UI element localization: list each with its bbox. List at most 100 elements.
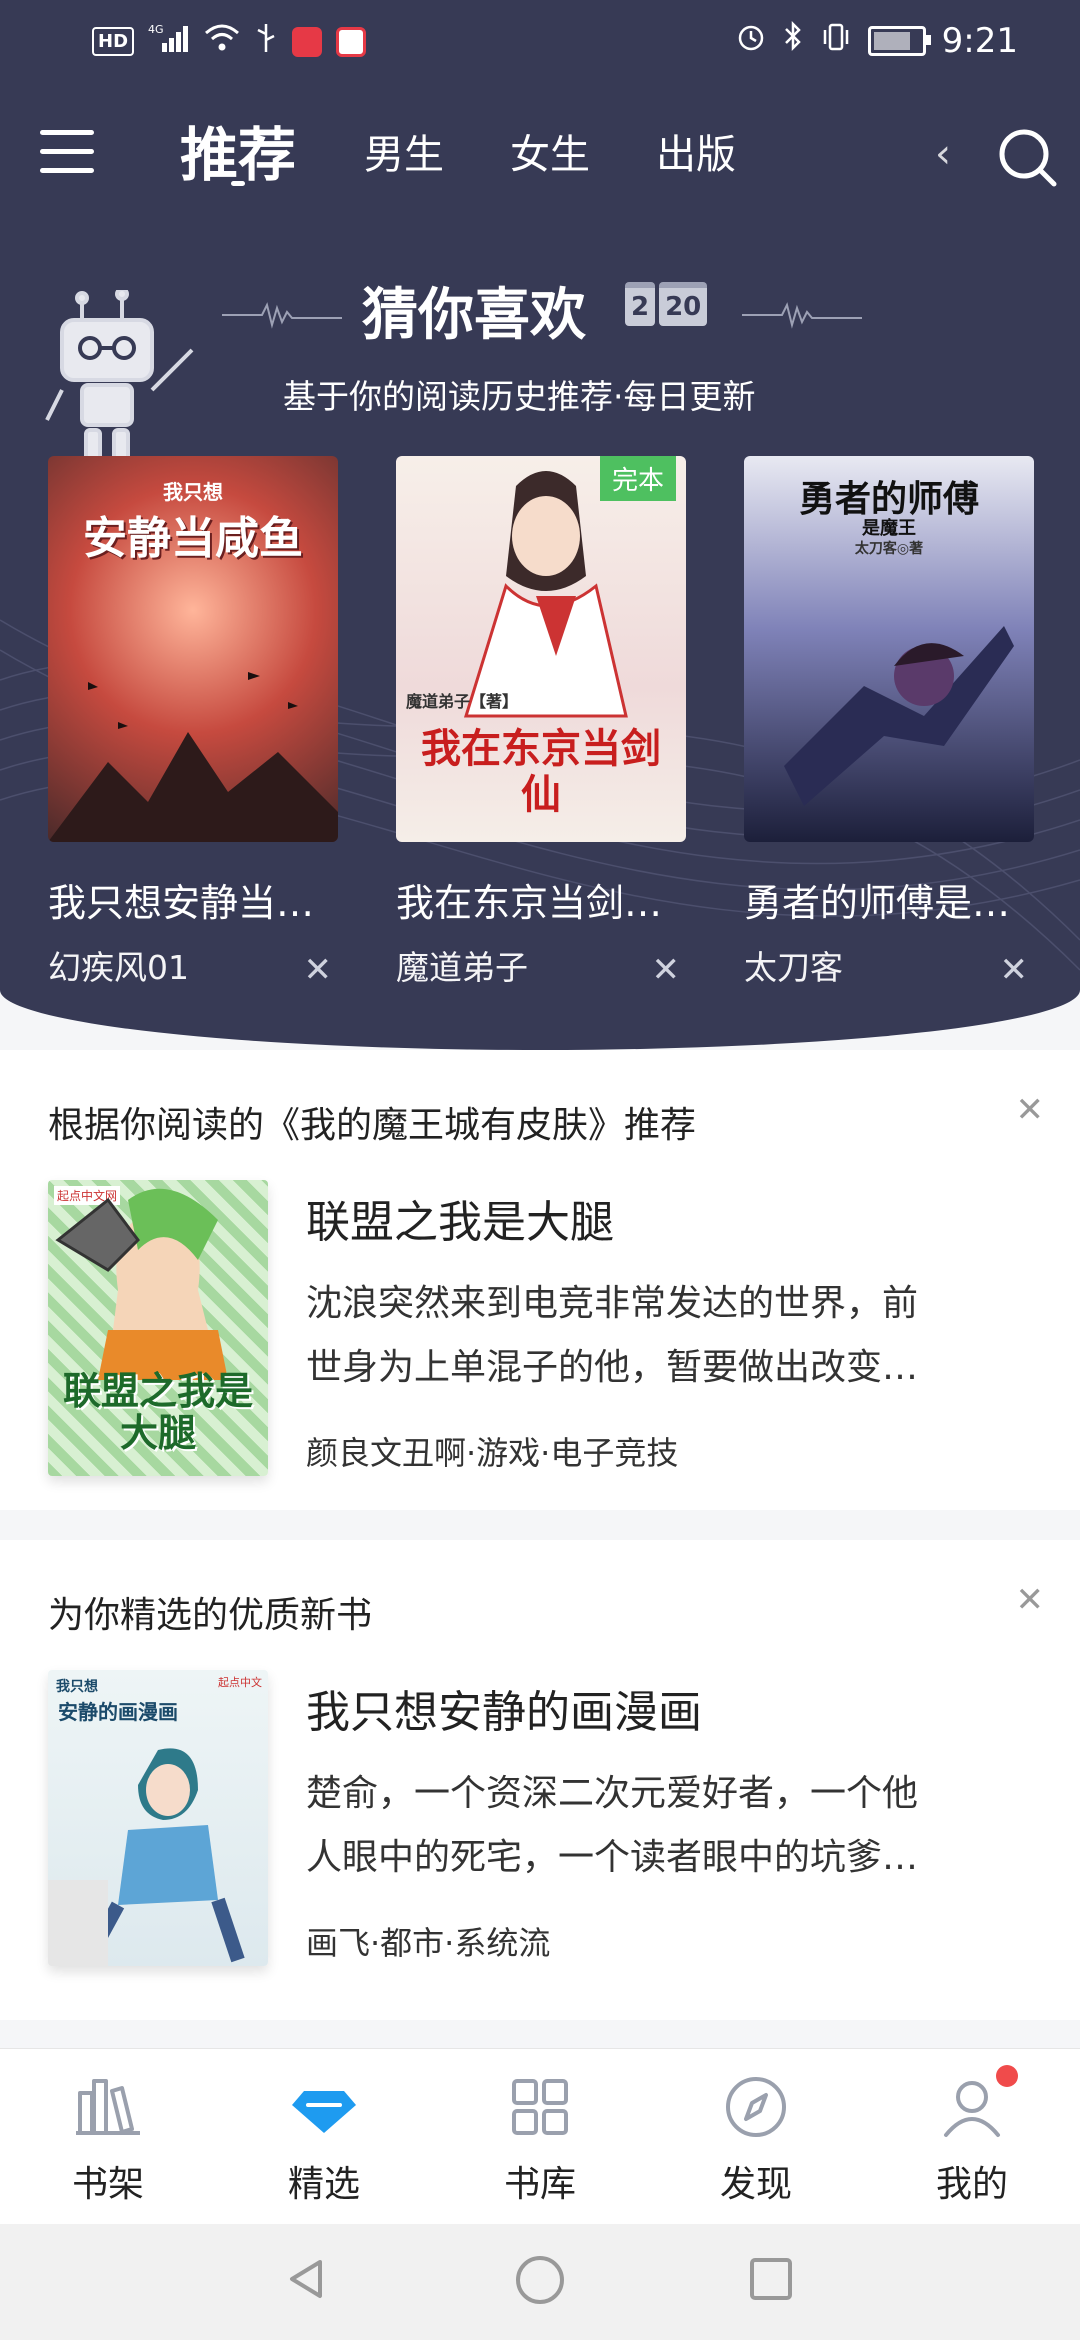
- book-title[interactable]: 勇者的师傅是…: [744, 872, 1034, 927]
- notification-app-icon-2: [336, 26, 367, 57]
- tab-overflow-indicator[interactable]: ‹: [935, 134, 950, 174]
- cover-subtitle: 是魔王: [862, 518, 916, 539]
- close-icon[interactable]: ✕: [652, 950, 681, 990]
- close-icon[interactable]: ✕: [1016, 1580, 1045, 1620]
- section-title: 猜你喜欢: [362, 283, 586, 348]
- nav-label: 书库: [503, 2164, 576, 2205]
- book-card[interactable]: 完本 我在东京当剑仙 魔道弟子【著】 我在东京当剑… 魔道弟子 ✕: [396, 456, 686, 990]
- description-line: 沈浪突然来到电竞非常发达的世界，前: [306, 1283, 919, 1324]
- hd-badge: HD: [92, 27, 135, 56]
- grid-icon: [512, 2079, 568, 2135]
- book-title[interactable]: 联盟之我是大腿: [306, 1186, 614, 1250]
- search-icon: [999, 129, 1057, 187]
- cover-top-text: 我只想: [163, 480, 223, 504]
- cover-author: 太刀客◎著: [854, 541, 924, 557]
- nav-label: 书架: [71, 2164, 144, 2205]
- notification-app-icon: [292, 26, 323, 57]
- robot-mascot-icon: [45, 290, 194, 472]
- date-day: 20: [659, 282, 708, 326]
- date-badge: 2 20: [625, 282, 708, 326]
- book-cover[interactable]: 我只想 起点中文 安静的画漫画: [48, 1670, 268, 1966]
- book-cover[interactable]: 起点中文网 联盟之我是大腿: [48, 1180, 268, 1476]
- publisher-label: 起点中文: [218, 1676, 262, 1689]
- nav-discover[interactable]: 发现: [648, 2049, 864, 2225]
- home-icon[interactable]: [514, 2254, 566, 2306]
- close-icon[interactable]: ✕: [1000, 950, 1029, 990]
- close-icon[interactable]: ✕: [304, 950, 333, 990]
- description-line: 人眼中的死宅，一个读者眼中的坑爹…: [306, 1837, 919, 1878]
- book-author: 魔道弟子: [396, 948, 528, 987]
- nav-label: 发现: [719, 2164, 792, 2205]
- system-nav-bar: [0, 2224, 1080, 2340]
- nav-bookshelf[interactable]: 书架: [0, 2049, 216, 2225]
- wifi-icon: [204, 23, 240, 60]
- book-cover[interactable]: 我只想 安静当咸鱼: [48, 456, 338, 842]
- nav-label: 我的: [935, 2164, 1008, 2205]
- hamburger-icon: [40, 130, 94, 135]
- book-title[interactable]: 我只想安静的画漫画: [306, 1676, 702, 1740]
- back-icon[interactable]: [282, 2254, 332, 2304]
- book-title[interactable]: 我在东京当剑…: [396, 872, 686, 927]
- notification-dot: [996, 2065, 1018, 2087]
- battery-icon: [867, 25, 931, 56]
- hero-header: HD 4G 9:21 推荐 男生 女生 出版 ‹ 猜你喜欢 2 20 基于你的阅…: [0, 0, 1080, 1050]
- decorative-wave-right: [742, 302, 862, 329]
- cover-title: 我在东京当剑仙: [421, 726, 661, 818]
- cover-title: 安静当咸鱼: [83, 513, 303, 564]
- signal-icon: 4G: [148, 23, 190, 60]
- book-title[interactable]: 我只想安静当…: [48, 872, 338, 927]
- book-card[interactable]: 勇者的师傅 是魔王 太刀客◎著 勇者的师傅是… 太刀客 ✕: [744, 456, 1034, 990]
- book-meta: 画飞·都市·系统流: [306, 1924, 551, 1962]
- compass-icon: [726, 2077, 786, 2137]
- search-button[interactable]: [996, 126, 1058, 188]
- book-author: 太刀客: [744, 948, 843, 987]
- book-cover[interactable]: 勇者的师傅 是魔王 太刀客◎著: [744, 456, 1034, 842]
- book-description: 楚俞，一个资深二次元爱好者，一个他 人眼中的死宅，一个读者眼中的坑爹…: [306, 1762, 1036, 1890]
- recommendation-card: 为你精选的优质新书 ✕ 我只想 起点中文 安静的画漫画 我只想安静的画漫画 楚俞…: [0, 1540, 1080, 2020]
- tab-male[interactable]: 男生: [364, 120, 444, 190]
- date-month: 2: [625, 282, 656, 326]
- tab-female[interactable]: 女生: [510, 120, 590, 190]
- clock: 9:21: [941, 20, 1018, 61]
- book-cover[interactable]: 完本 我在东京当剑仙 魔道弟子【著】: [396, 456, 686, 842]
- recents-icon[interactable]: [746, 2254, 796, 2304]
- cover-author: 魔道弟子【著】: [406, 692, 519, 711]
- book-author: 幻疾风01: [48, 948, 189, 987]
- card-header: 根据你阅读的《我的魔王城有皮肤》推荐: [48, 1105, 697, 1146]
- book-meta: 颜良文丑啊·游戏·电子竞技: [306, 1434, 679, 1472]
- recommendation-card: 根据你阅读的《我的魔王城有皮肤》推荐 ✕ 起点中文网 联盟之我是大腿 联盟之我是…: [0, 1050, 1080, 1510]
- tab-published[interactable]: 出版: [656, 120, 736, 190]
- recommended-books: 我只想 安静当咸鱼 我只想安静当… 幻疾风01 ✕ 完本 我在东京当剑仙 魔道弟…: [48, 456, 1038, 996]
- description-line: 世身为上单混子的他，暂要做出改变…: [306, 1347, 919, 1388]
- cover-top-text: 我只想: [56, 1679, 98, 1695]
- cover-art: [48, 1748, 245, 1966]
- nav-featured[interactable]: 精选: [216, 2049, 432, 2225]
- status-bar: HD 4G 9:21: [0, 0, 1080, 84]
- category-tabs: 推荐 男生 女生 出版: [180, 120, 802, 190]
- nav-profile[interactable]: 我的: [864, 2049, 1080, 2225]
- bluetooth-icon: [782, 20, 804, 61]
- usb-icon: [254, 22, 278, 61]
- description-line: 楚俞，一个资深二次元爱好者，一个他: [306, 1773, 919, 1814]
- top-nav: 推荐 男生 女生 出版 ‹: [0, 100, 1080, 220]
- decorative-wave-left: [222, 302, 342, 329]
- cover-title: 安静的画漫画: [58, 1700, 178, 1724]
- completed-badge: 完本: [599, 456, 676, 501]
- tab-recommend[interactable]: 推荐: [180, 120, 296, 190]
- bookshelf-icon: [76, 2079, 140, 2135]
- cover-art: [784, 626, 1014, 806]
- menu-button[interactable]: [40, 130, 94, 180]
- book-description: 沈浪突然来到电竞非常发达的世界，前 世身为上单混子的他，暂要做出改变…: [306, 1272, 1036, 1400]
- nav-label: 精选: [287, 2164, 360, 2205]
- nav-library[interactable]: 书库: [432, 2049, 648, 2225]
- bottom-nav: 书架 精选 书库 发现 我的: [0, 2048, 1080, 2225]
- card-header: 为你精选的优质新书: [48, 1595, 373, 1636]
- book-card[interactable]: 我只想 安静当咸鱼 我只想安静当… 幻疾风01 ✕: [48, 456, 338, 990]
- section-subtitle: 基于你的阅读历史推荐·每日更新: [283, 377, 756, 416]
- network-type-label: 4G: [148, 23, 164, 36]
- diamond-icon: [292, 2091, 356, 2133]
- alarm-icon: [736, 21, 766, 61]
- close-icon[interactable]: ✕: [1016, 1090, 1045, 1130]
- guess-you-like-header: 猜你喜欢 2 20 基于你的阅读历史推荐·每日更新: [0, 270, 1080, 472]
- cover-title: 联盟之我是大腿: [62, 1369, 253, 1455]
